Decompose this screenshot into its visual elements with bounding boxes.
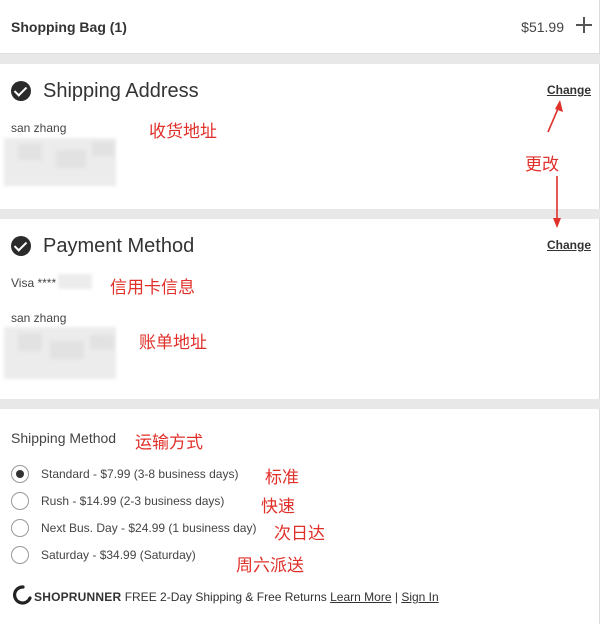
- shipping-address-title: Shipping Address: [43, 80, 199, 102]
- link-separator: |: [394, 590, 398, 604]
- option-label-standard[interactable]: Standard - $7.99 (3-8 business days): [41, 467, 238, 481]
- billing-name: san zhang: [11, 311, 67, 325]
- shipping-address-section: Shipping Address Change san zhang 收货地址 更…: [0, 64, 600, 209]
- shoprunner-logo-icon: [13, 585, 32, 605]
- option-label-next-day[interactable]: Next Bus. Day - $24.99 (1 business day): [41, 521, 256, 535]
- sign-in-link[interactable]: Sign In: [401, 590, 438, 604]
- shoprunner-brand: SHOPRUNNER: [34, 590, 122, 604]
- plus-icon[interactable]: [576, 17, 592, 33]
- option-label-saturday[interactable]: Saturday - $34.99 (Saturday): [41, 548, 196, 562]
- annotation-saturday: 周六派送: [236, 556, 304, 576]
- option-label-rush[interactable]: Rush - $14.99 (2-3 business days): [41, 494, 224, 508]
- annotation-standard: 标准: [265, 468, 299, 488]
- annotation-next-day: 次日达: [274, 524, 325, 544]
- change-payment-link[interactable]: Change: [547, 238, 591, 252]
- radio-next-day[interactable]: [11, 519, 29, 537]
- shopping-bag-title: Shopping Bag (1): [11, 19, 127, 35]
- shopping-bag-bar[interactable]: Shopping Bag (1) $51.99: [0, 0, 600, 54]
- checkmark-icon: [11, 81, 31, 101]
- radio-saturday[interactable]: [11, 546, 29, 564]
- shipping-method-section: Shipping Method 运输方式 Standard - $7.99 (3…: [0, 409, 600, 624]
- radio-rush[interactable]: [11, 492, 29, 510]
- learn-more-link[interactable]: Learn More: [330, 590, 391, 604]
- shoprunner-banner: SHOPRUNNER FREE 2-Day Shipping & Free Re…: [34, 590, 439, 604]
- card-info: Visa ****: [11, 276, 57, 290]
- redacted-card-number: [58, 274, 92, 289]
- shoprunner-text: FREE 2-Day Shipping & Free Returns: [124, 590, 327, 604]
- annotation-rush: 快速: [261, 497, 295, 517]
- annotation-card: 信用卡信息: [110, 278, 195, 298]
- annotation-billing: 账单地址: [139, 333, 207, 353]
- annotation-address: 收货地址: [149, 122, 217, 142]
- radio-standard[interactable]: [11, 465, 29, 483]
- address-name: san zhang: [11, 121, 67, 135]
- checkmark-icon: [11, 236, 31, 256]
- annotation-shipping-method: 运输方式: [135, 433, 203, 453]
- bag-total: $51.99: [521, 19, 564, 35]
- payment-method-section: Payment Method Change Visa **** 信用卡信息 sa…: [0, 219, 600, 399]
- payment-method-title: Payment Method: [43, 235, 195, 257]
- annotation-change: 更改: [525, 155, 559, 175]
- shipping-method-title: Shipping Method: [11, 430, 117, 446]
- change-address-link[interactable]: Change: [547, 83, 591, 97]
